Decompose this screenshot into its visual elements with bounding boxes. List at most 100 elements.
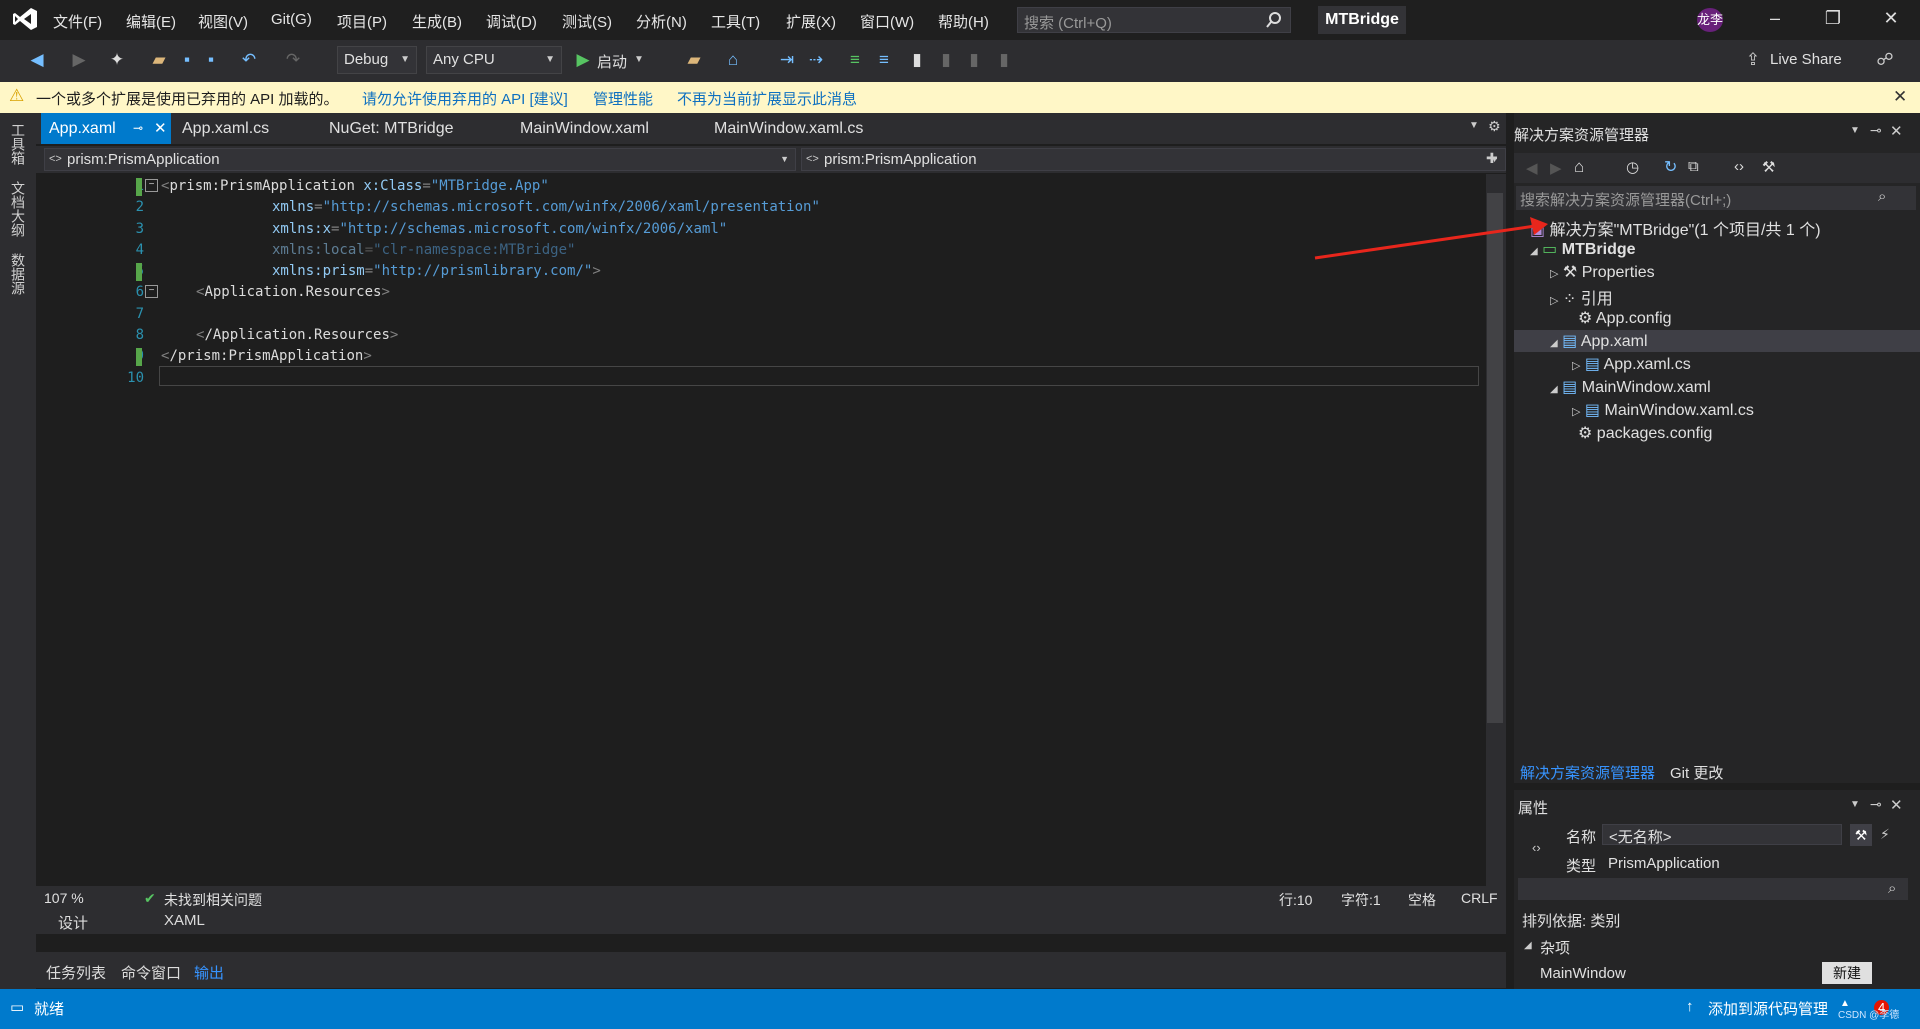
pin-icon[interactable]: ⊸ — [1870, 122, 1882, 139]
pin-icon[interactable]: ⊸ — [133, 113, 143, 144]
code-editor[interactable]: 1 2 3 4 5 6 7 8 9 10 − − <prism:PrismApp… — [36, 174, 1486, 886]
forward-icon[interactable]: ▶ — [68, 49, 90, 71]
outdent-icon[interactable]: ≡ — [873, 49, 895, 71]
menu-git[interactable]: Git(G) — [271, 11, 312, 28]
new-button[interactable]: 新建 — [1822, 962, 1872, 984]
tab-design[interactable]: 设计 — [58, 912, 88, 933]
share-icon[interactable]: ⇪ — [1742, 49, 1764, 71]
data-sources-tab[interactable]: 数据源 — [8, 253, 28, 295]
link-manage-performance[interactable]: 管理性能 — [593, 88, 653, 109]
menu-analyze[interactable]: 分析(N) — [636, 11, 687, 32]
menu-window[interactable]: 窗口(W) — [860, 11, 914, 32]
bookmark-prev-icon[interactable]: ▮ — [935, 49, 957, 71]
search-input[interactable]: 搜索 (Ctrl+Q) — [1017, 7, 1291, 33]
solution-search-input[interactable]: 搜索解决方案资源管理器(Ctrl+;) ⌕ — [1516, 186, 1916, 210]
tree-solution[interactable]: ▣ 解决方案"MTBridge"(1 个项目/共 1 个) — [1530, 216, 1821, 240]
save-all-icon[interactable]: ▪ — [200, 49, 222, 71]
chevron-down-icon[interactable]: ▼ — [1469, 120, 1479, 131]
chevron-down-icon[interactable]: ▼ — [1850, 799, 1860, 810]
forward-icon[interactable]: ▶ — [1550, 159, 1562, 177]
eol-indicator[interactable]: CRLF — [1461, 890, 1498, 906]
bookmark-next-icon[interactable]: ▮ — [963, 49, 985, 71]
tab-output[interactable]: 输出 — [194, 962, 224, 983]
code-view-icon[interactable]: ‹› — [1734, 158, 1744, 175]
menu-view[interactable]: 视图(V) — [198, 11, 248, 32]
nav-right-select[interactable]: <> prism:PrismApplication ▼ — [801, 148, 1506, 171]
link-allow-deprecated[interactable]: 请勿允许使用弃用的 API [建议] — [362, 88, 568, 109]
play-icon[interactable]: ▶ — [572, 49, 594, 71]
tab-solution-explorer[interactable]: 解决方案资源管理器 — [1520, 762, 1655, 783]
issues-status[interactable]: 未找到相关问题 — [164, 890, 262, 910]
redo-icon[interactable]: ↷ — [282, 49, 304, 71]
collapse-icon[interactable]: − — [145, 179, 158, 192]
config-select[interactable]: Debug ▼ — [337, 46, 417, 74]
whitespace-indicator[interactable]: 空格 — [1408, 890, 1436, 910]
menu-help[interactable]: 帮助(H) — [938, 11, 989, 32]
add-source-control[interactable]: 添加到源代码管理 — [1708, 998, 1828, 1019]
close-icon[interactable]: ✕ — [154, 113, 167, 144]
menu-edit[interactable]: 编辑(E) — [126, 11, 176, 32]
browser-icon[interactable]: ⌂ — [722, 49, 744, 71]
new-project-icon[interactable]: ✦ — [106, 49, 128, 71]
menu-project[interactable]: 项目(P) — [337, 11, 387, 32]
nav-left-select[interactable]: <> prism:PrismApplication ▼ — [44, 148, 796, 171]
menu-extensions[interactable]: 扩展(X) — [786, 11, 836, 32]
split-icon[interactable]: ✚ — [1486, 150, 1498, 167]
minimize-icon[interactable]: – — [1760, 8, 1790, 34]
tree-item-packages-config[interactable]: ⚙ packages.config — [1578, 423, 1712, 443]
menu-debug[interactable]: 调试(D) — [486, 11, 537, 32]
tree-item-app-xaml-cs[interactable]: ▷ ▤ App.xaml.cs — [1572, 354, 1691, 374]
tree-item-mainwindow-xaml-cs[interactable]: ▷ ▤ MainWindow.xaml.cs — [1572, 400, 1754, 420]
bookmark-clear-icon[interactable]: ▮ — [993, 49, 1015, 71]
scrollbar-thumb[interactable] — [1487, 193, 1503, 723]
history-icon[interactable]: ◷ — [1626, 158, 1639, 176]
indent-icon[interactable]: ≡ — [844, 49, 866, 71]
close-icon[interactable]: ✕ — [1890, 796, 1903, 814]
step-over-icon[interactable]: ⇢ — [805, 49, 827, 71]
folder-icon[interactable]: ▰ — [683, 49, 705, 71]
close-icon[interactable]: ✕ — [1876, 8, 1906, 34]
platform-select[interactable]: Any CPU ▼ — [426, 46, 562, 74]
toolbox-tab[interactable]: 工具箱 — [8, 123, 28, 165]
close-icon[interactable]: ✕ — [1890, 122, 1903, 140]
wrench-icon[interactable]: ⚒ — [1762, 158, 1775, 176]
open-folder-icon[interactable]: ▰ — [148, 49, 170, 71]
menu-file[interactable]: 文件(F) — [53, 11, 102, 32]
wrench-icon[interactable]: ⚒ — [1850, 824, 1872, 846]
close-icon[interactable]: ✕ — [1893, 87, 1907, 107]
start-button[interactable]: 启动 — [597, 51, 627, 72]
menu-test[interactable]: 测试(S) — [562, 11, 612, 32]
tab-task-list[interactable]: 任务列表 — [46, 962, 106, 983]
menu-tools[interactable]: 工具(T) — [711, 11, 760, 32]
tree-item-app-config[interactable]: ⚙ App.config — [1578, 308, 1672, 328]
live-share-button[interactable]: Live Share — [1770, 51, 1842, 68]
restore-icon[interactable]: ❐ — [1818, 8, 1848, 34]
bookmark-icon[interactable]: ▮ — [906, 49, 928, 71]
chevron-down-icon[interactable]: ▼ — [628, 49, 650, 71]
avatar[interactable]: 龙李 — [1697, 8, 1723, 32]
step-icon[interactable]: ⇥ — [776, 49, 798, 71]
tab-xaml[interactable]: XAML — [164, 912, 205, 929]
collapse-all-icon[interactable]: ⧉ — [1688, 158, 1699, 175]
pin-icon[interactable]: ⊸ — [1870, 796, 1882, 813]
feedback-icon[interactable]: ☍ — [1874, 49, 1896, 71]
tab-app-xaml[interactable]: App.xaml ⊸ ✕ — [41, 113, 171, 144]
refresh-icon[interactable]: ↻ — [1664, 157, 1677, 177]
tree-item-app-xaml[interactable]: ◢ ▤ App.xaml — [1550, 331, 1648, 351]
properties-search-input[interactable]: ⌕ — [1518, 878, 1908, 900]
events-icon[interactable]: ⚡ — [1880, 826, 1890, 843]
chevron-down-icon[interactable]: ▼ — [1850, 125, 1860, 136]
back-icon[interactable]: ◀ — [1526, 159, 1538, 177]
tab-mainwindow-xaml-cs[interactable]: MainWindow.xaml.cs — [706, 113, 876, 144]
link-dont-show[interactable]: 不再为当前扩展显示此消息 — [677, 88, 857, 109]
gear-icon[interactable]: ⚙ — [1488, 118, 1501, 135]
zoom-level[interactable]: 107 % — [44, 890, 84, 906]
home-icon[interactable]: ⌂ — [1574, 157, 1584, 177]
tree-item-references[interactable]: ▷ ⁘ 引用 — [1550, 285, 1613, 309]
tab-mainwindow-xaml[interactable]: MainWindow.xaml — [512, 113, 662, 144]
tree-item-mainwindow-xaml[interactable]: ◢ ▤ MainWindow.xaml — [1550, 377, 1711, 397]
tab-command-window[interactable]: 命令窗口 — [121, 962, 181, 983]
menu-build[interactable]: 生成(B) — [412, 11, 462, 32]
tab-app-xaml-cs[interactable]: App.xaml.cs — [174, 113, 294, 144]
back-icon[interactable]: ◀ — [26, 49, 48, 71]
